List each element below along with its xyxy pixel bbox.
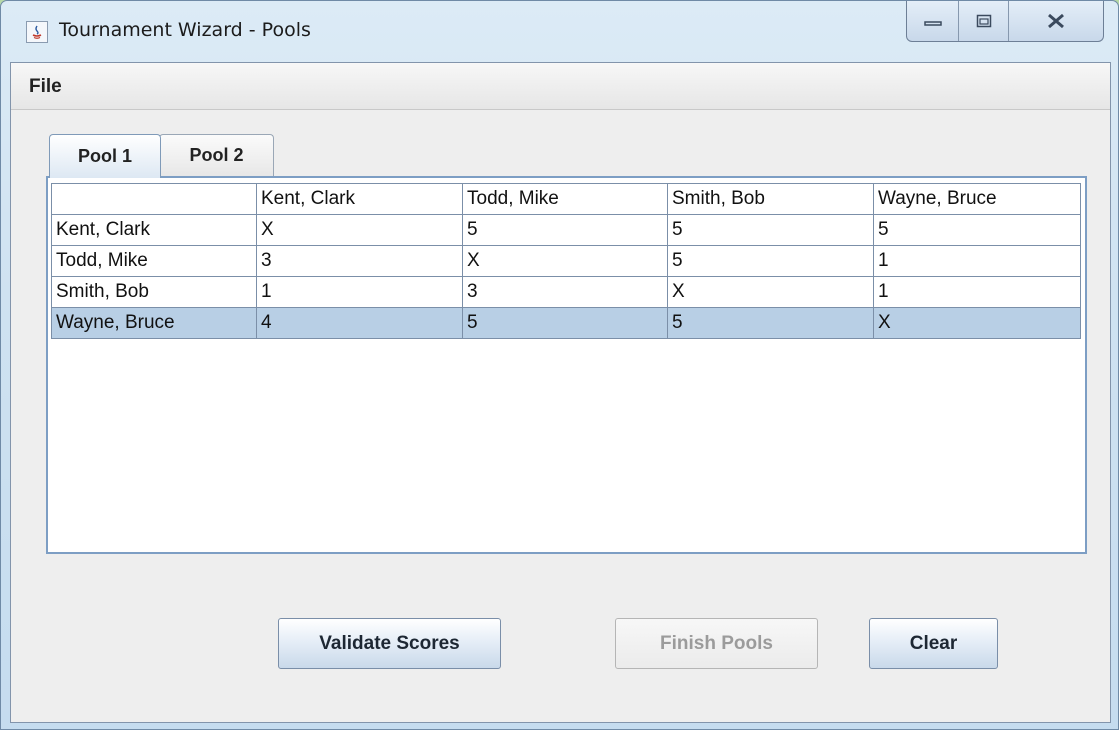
- row-fencer-name[interactable]: Todd, Mike: [51, 245, 257, 277]
- header-cell: [51, 183, 257, 215]
- score-cell[interactable]: X: [462, 245, 668, 277]
- score-cell[interactable]: 5: [462, 214, 668, 246]
- maximize-button[interactable]: [959, 1, 1009, 41]
- finish-pools-button[interactable]: Finish Pools: [615, 618, 818, 669]
- app-window: Tournament Wizard - Pools File Pool 1 Po…: [0, 0, 1119, 730]
- score-cell[interactable]: 5: [667, 307, 874, 339]
- score-cell[interactable]: X: [667, 276, 874, 308]
- window-controls: [906, 1, 1104, 42]
- minimize-icon: [923, 21, 942, 26]
- header-cell: Todd, Mike: [462, 183, 668, 215]
- close-icon: [1048, 13, 1064, 29]
- score-cell[interactable]: 3: [256, 245, 463, 277]
- title-bar[interactable]: Tournament Wizard - Pools: [1, 1, 1118, 61]
- table-row[interactable]: Todd, Mike 3 X 5 1: [51, 245, 1081, 277]
- score-cell[interactable]: X: [873, 307, 1081, 339]
- score-cell[interactable]: 1: [873, 245, 1081, 277]
- maximize-icon: [976, 14, 991, 28]
- java-app-icon[interactable]: [26, 21, 48, 43]
- tab-pool-1[interactable]: Pool 1: [49, 134, 161, 178]
- window-title: Tournament Wizard - Pools: [59, 19, 311, 41]
- close-button[interactable]: [1009, 1, 1103, 41]
- score-cell[interactable]: 1: [256, 276, 463, 308]
- table-row-selected[interactable]: Wayne, Bruce 4 5 5 X: [51, 307, 1081, 339]
- header-cell: Wayne, Bruce: [873, 183, 1081, 215]
- minimize-button[interactable]: [907, 1, 959, 41]
- pool-score-table: Kent, Clark Todd, Mike Smith, Bob Wayne,…: [51, 183, 1081, 339]
- score-cell[interactable]: 5: [873, 214, 1081, 246]
- score-cell[interactable]: X: [256, 214, 463, 246]
- clear-button[interactable]: Clear: [869, 618, 998, 669]
- score-cell[interactable]: 5: [667, 245, 874, 277]
- row-fencer-name[interactable]: Smith, Bob: [51, 276, 257, 308]
- table-row[interactable]: Smith, Bob 1 3 X 1: [51, 276, 1081, 308]
- score-cell[interactable]: 1: [873, 276, 1081, 308]
- score-cell[interactable]: 5: [667, 214, 874, 246]
- table-header-row: Kent, Clark Todd, Mike Smith, Bob Wayne,…: [51, 183, 1081, 215]
- menu-file[interactable]: File: [29, 76, 62, 98]
- table-row[interactable]: Kent, Clark X 5 5 5: [51, 214, 1081, 246]
- tab-pool-2[interactable]: Pool 2: [159, 134, 274, 176]
- pool-table-panel: Kent, Clark Todd, Mike Smith, Bob Wayne,…: [46, 176, 1087, 554]
- validate-scores-button[interactable]: Validate Scores: [278, 618, 501, 669]
- header-cell: Kent, Clark: [256, 183, 463, 215]
- row-fencer-name[interactable]: Wayne, Bruce: [51, 307, 257, 339]
- menu-bar: File: [11, 63, 1110, 110]
- score-cell[interactable]: 3: [462, 276, 668, 308]
- score-cell[interactable]: 5: [462, 307, 668, 339]
- content-frame: File Pool 1 Pool 2 Kent, Clark Todd, Mik…: [10, 62, 1111, 723]
- score-cell[interactable]: 4: [256, 307, 463, 339]
- row-fencer-name[interactable]: Kent, Clark: [51, 214, 257, 246]
- header-cell: Smith, Bob: [667, 183, 874, 215]
